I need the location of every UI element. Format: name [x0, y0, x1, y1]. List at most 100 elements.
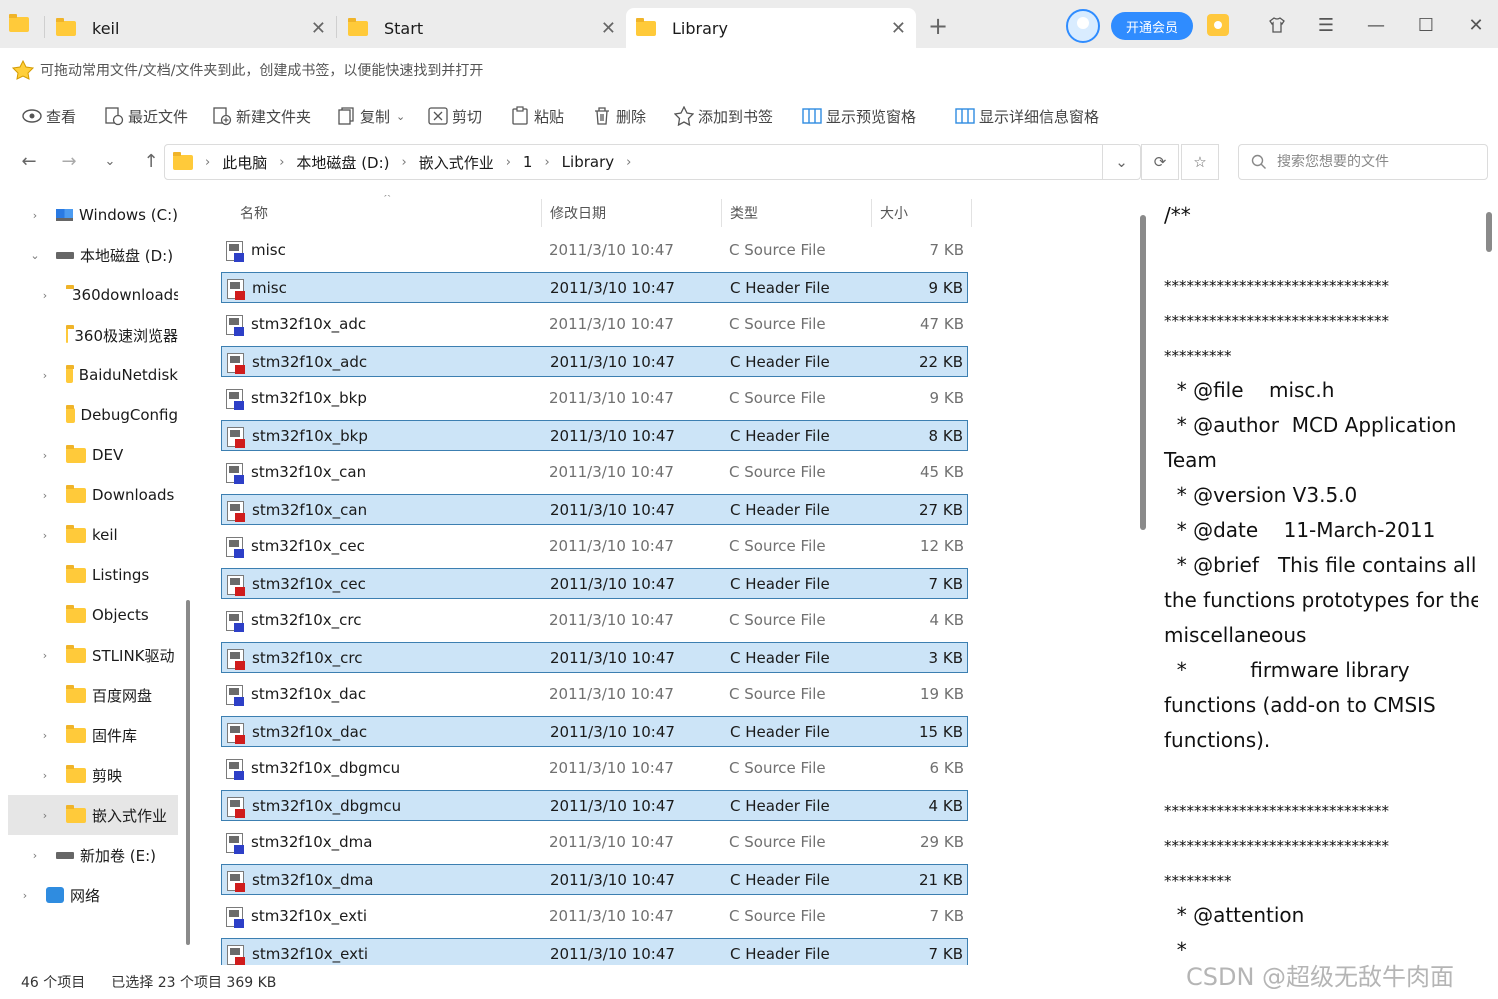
chevron-right-icon[interactable]: › — [38, 369, 52, 382]
chevron-right-icon[interactable]: › — [38, 289, 52, 302]
sidebar-item[interactable]: › DEV — [0, 435, 178, 475]
maximize-icon[interactable]: ☐ — [1411, 10, 1441, 40]
delete-button[interactable]: 删除 — [592, 104, 646, 128]
chevron-right-icon[interactable]: › — [38, 449, 52, 462]
avatar[interactable] — [1066, 9, 1100, 43]
file-row[interactable]: stm32f10x_cec 2011/3/10 10:47 C Header Fil… — [221, 568, 968, 599]
file-row[interactable]: stm32f10x_dma 2011/3/10 10:47 C Source Fil… — [221, 827, 968, 858]
sidebar-item[interactable]: › Windows (C:) — [0, 195, 178, 235]
column-divider[interactable] — [721, 199, 722, 227]
sidebar-item[interactable]: › BaiduNetdisk — [0, 355, 178, 395]
sidebar-item[interactable]: › 新加卷 (E:) — [0, 835, 178, 875]
chevron-right-icon[interactable]: › — [38, 649, 52, 662]
bookmark-folder-icon[interactable]: ☆ — [1181, 144, 1219, 180]
column-divider[interactable] — [871, 199, 872, 227]
file-row[interactable]: misc 2011/3/10 10:47 C Header File 9 KB — [221, 272, 968, 303]
new-folder-button[interactable]: 新建文件夹 — [212, 104, 311, 128]
chevron-right-icon[interactable]: › — [38, 769, 52, 782]
file-row[interactable]: stm32f10x_adc 2011/3/10 10:47 C Source Fil… — [221, 309, 968, 340]
chevron-right-icon[interactable]: › — [38, 529, 52, 542]
sidebar-item[interactable]: › Downloads — [0, 475, 178, 515]
file-list-scrollbar[interactable] — [1140, 215, 1146, 530]
close-icon[interactable]: ✕ — [601, 18, 616, 39]
new-tab-icon[interactable]: + — [928, 12, 948, 40]
address-bar[interactable]: › 此电脑 › 本地磁盘 (D:) › 嵌入式作业 › 1 › Library … — [164, 144, 1141, 180]
sidebar-item[interactable]: › 360downloads — [0, 275, 178, 315]
chevron-right-icon[interactable]: › — [38, 729, 52, 742]
chevron-right-icon[interactable]: › — [38, 809, 52, 822]
sidebar-scrollbar[interactable] — [186, 600, 190, 945]
sidebar-item[interactable]: 360极速浏览器 — [0, 315, 178, 355]
copy-button[interactable]: 复制 ⌄ — [336, 104, 405, 128]
sidebar-item[interactable]: › 剪映 — [0, 755, 178, 795]
sidebar-item[interactable]: 百度网盘 — [0, 675, 178, 715]
file-row[interactable]: stm32f10x_dac 2011/3/10 10:47 C Header Fil… — [221, 716, 968, 747]
sidebar-item[interactable]: › keil — [0, 515, 178, 555]
sidebar-item[interactable]: Objects — [0, 595, 178, 635]
search-box[interactable] — [1238, 144, 1488, 180]
file-row[interactable]: stm32f10x_dma 2011/3/10 10:47 C Header Fil… — [221, 864, 968, 895]
chevron-right-icon[interactable]: › — [18, 889, 32, 902]
explorer-home-tab[interactable] — [0, 0, 44, 48]
close-window-icon[interactable]: ✕ — [1461, 10, 1491, 40]
recent-files-button[interactable]: 最近文件 — [104, 104, 188, 128]
file-row[interactable]: stm32f10x_bkp 2011/3/10 10:47 C Source Fil… — [221, 383, 968, 414]
sidebar-item[interactable]: › 嵌入式作业 — [8, 795, 178, 835]
menu-icon[interactable]: ☰ — [1311, 10, 1341, 40]
file-row[interactable]: stm32f10x_bkp 2011/3/10 10:47 C Header Fil… — [221, 420, 968, 451]
tab-start[interactable]: Start ✕ — [338, 8, 626, 48]
file-row[interactable]: stm32f10x_crc 2011/3/10 10:47 C Header Fil… — [221, 642, 968, 673]
file-row[interactable]: stm32f10x_cec 2011/3/10 10:47 C Source Fil… — [221, 531, 968, 562]
file-row[interactable]: stm32f10x_exti 2011/3/10 10:47 C Header Fi… — [221, 938, 968, 965]
preview-scrollbar[interactable] — [1486, 212, 1492, 252]
column-divider[interactable] — [541, 199, 542, 227]
minimize-icon[interactable]: — — [1361, 10, 1391, 40]
cut-button[interactable]: 剪切 — [428, 104, 482, 128]
breadcrumb-item[interactable]: 此电脑 — [222, 152, 267, 173]
search-input[interactable] — [1277, 154, 1477, 170]
vip-button[interactable]: 开通会员 — [1111, 12, 1193, 40]
view-button[interactable]: 查看 — [22, 104, 76, 128]
breadcrumb-item[interactable]: 嵌入式作业 — [419, 152, 494, 173]
breadcrumb-item[interactable]: Library — [562, 153, 614, 171]
file-row[interactable]: stm32f10x_dbgmcu 2011/3/10 10:47 C Source … — [221, 753, 968, 784]
chevron-right-icon[interactable]: › — [28, 849, 42, 862]
file-row[interactable]: stm32f10x_dac 2011/3/10 10:47 C Source Fil… — [221, 679, 968, 710]
sidebar-item[interactable]: DebugConfig — [0, 395, 178, 435]
chevron-right-icon[interactable]: › — [38, 489, 52, 502]
column-date-header[interactable]: 修改日期 — [550, 195, 606, 231]
up-icon[interactable]: ↑ — [138, 148, 164, 174]
refresh-icon[interactable]: ⟳ — [1141, 144, 1179, 180]
tab-keil[interactable]: keil ✕ — [46, 8, 336, 48]
tab-library[interactable]: Library ✕ — [626, 8, 916, 48]
back-icon[interactable]: ← — [16, 148, 42, 174]
details-pane-button[interactable]: 显示详细信息窗格 — [955, 104, 1099, 128]
history-dropdown-icon[interactable]: ⌄ — [97, 148, 123, 174]
paste-button[interactable]: 粘贴 — [510, 104, 564, 128]
sidebar-item[interactable]: › 网络 — [0, 875, 178, 915]
sidebar-item[interactable]: ⌄ 本地磁盘 (D:) — [0, 235, 178, 275]
preview-pane-button[interactable]: 显示预览窗格 — [802, 104, 916, 128]
file-row[interactable]: stm32f10x_dbgmcu 2011/3/10 10:47 C Header … — [221, 790, 968, 821]
sidebar-item[interactable]: › STLINK驱动 — [0, 635, 178, 675]
file-row[interactable]: stm32f10x_exti 2011/3/10 10:47 C Source Fi… — [221, 901, 968, 932]
file-row[interactable]: stm32f10x_can 2011/3/10 10:47 C Header Fil… — [221, 494, 968, 525]
file-row[interactable]: misc 2011/3/10 10:47 C Source File 7 KB — [221, 235, 968, 266]
column-divider[interactable] — [971, 199, 972, 227]
column-size-header[interactable]: 大小 — [880, 195, 908, 231]
file-row[interactable]: stm32f10x_crc 2011/3/10 10:47 C Source Fil… — [221, 605, 968, 636]
file-row[interactable]: stm32f10x_adc 2011/3/10 10:47 C Header Fil… — [221, 346, 968, 377]
close-icon[interactable]: ✕ — [311, 18, 326, 39]
add-bookmark-button[interactable]: 添加到书签 — [674, 104, 773, 128]
address-dropdown-icon[interactable]: ⌄ — [1102, 145, 1140, 179]
chevron-right-icon[interactable]: › — [28, 209, 42, 222]
file-row[interactable]: stm32f10x_can 2011/3/10 10:47 C Source Fil… — [221, 457, 968, 488]
close-icon[interactable]: ✕ — [891, 18, 906, 39]
sidebar-item[interactable]: Listings — [0, 555, 178, 595]
column-type-header[interactable]: 类型 — [730, 195, 758, 231]
forward-icon[interactable]: → — [56, 148, 82, 174]
breadcrumb-item[interactable]: 本地磁盘 (D:) — [296, 152, 389, 173]
breadcrumb-item[interactable]: 1 — [523, 153, 533, 171]
sidebar-item[interactable]: › 固件库 — [0, 715, 178, 755]
column-name-header[interactable]: 名称 — [240, 195, 268, 231]
